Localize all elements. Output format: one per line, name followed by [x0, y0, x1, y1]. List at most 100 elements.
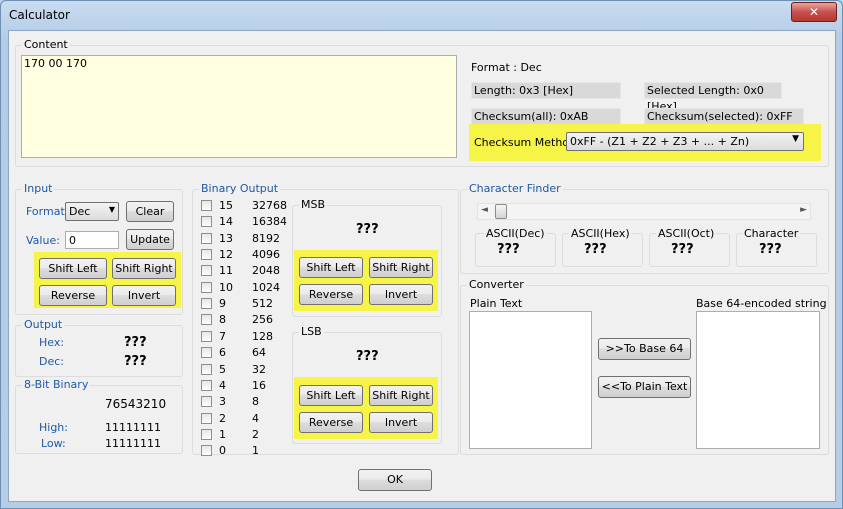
bit-index: 11: [219, 264, 233, 278]
binary8-low-value: 11111111: [105, 437, 161, 450]
slider-thumb[interactable]: [495, 204, 507, 219]
lsb-reverse-button[interactable]: Reverse: [299, 412, 363, 433]
lsb-invert-button[interactable]: Invert: [369, 412, 433, 433]
bit-checkbox[interactable]: [201, 216, 212, 228]
to-base64-button[interactable]: >>To Base 64: [598, 338, 691, 360]
msb-label: MSB: [299, 198, 328, 211]
binary8-high-value: 11111111: [105, 421, 161, 434]
length-readout: Length: 0x3 [Hex]: [471, 82, 621, 99]
ascii-oct-value: ???: [671, 242, 694, 257]
bit-checkbox[interactable]: [201, 265, 212, 277]
lsb-label: LSB: [299, 325, 324, 338]
update-button[interactable]: Update: [126, 229, 174, 250]
bit-index: 2: [219, 411, 226, 425]
bit-index: 7: [219, 329, 226, 343]
msb-reverse-button[interactable]: Reverse: [299, 284, 363, 305]
bit-weight: 2048: [252, 264, 280, 278]
input-reverse-button[interactable]: Reverse: [39, 285, 107, 306]
bit-weight: 8192: [252, 231, 280, 245]
bit-checkbox[interactable]: [201, 347, 212, 359]
base64-label: Base 64-encoded string: [696, 297, 827, 310]
close-icon[interactable]: ✕: [809, 5, 819, 19]
bit-checkbox[interactable]: [201, 330, 212, 342]
msb-shift-left-button[interactable]: Shift Left: [299, 257, 363, 278]
input-format-select[interactable]: Dec ▼: [65, 202, 119, 221]
input-value-field[interactable]: [65, 231, 119, 249]
bit-weight: 32768: [252, 199, 287, 212]
bit-checkbox[interactable]: [201, 249, 212, 261]
bit-index: 0: [219, 444, 226, 458]
title-bar: Calculator ✕: [1, 1, 842, 29]
ascii-dec-value: ???: [497, 242, 520, 257]
bit-checkbox[interactable]: [201, 232, 212, 244]
format-readout: Format : Dec: [471, 61, 542, 74]
character-value: ???: [759, 242, 782, 257]
binary-output-label: Binary Output: [199, 182, 281, 195]
output-dec-value: ???: [124, 354, 147, 369]
bit-weight: 8: [252, 395, 259, 409]
bit-checkbox[interactable]: [201, 412, 212, 424]
input-shift-left-button[interactable]: Shift Left: [39, 258, 107, 279]
checksum-all-readout: Checksum(all): 0xAB [Hex]: [471, 108, 621, 139]
lsb-value: ???: [356, 349, 379, 364]
bit-index: 5: [219, 362, 226, 376]
msb-invert-button[interactable]: Invert: [369, 284, 433, 305]
chevron-left-icon[interactable]: ◄: [481, 205, 488, 215]
ascii-oct-label: ASCII(Oct): [656, 227, 717, 240]
bit-weight: 16384: [252, 215, 287, 229]
bit-weight: 1024: [252, 280, 280, 294]
bit-weight: 128: [252, 329, 273, 343]
binary8-digits: 76543210: [105, 397, 167, 411]
lsb-shift-left-button[interactable]: Shift Left: [299, 385, 363, 406]
bit-checkbox[interactable]: [201, 445, 212, 457]
input-format-value: Dec: [69, 205, 91, 218]
bit-checkbox[interactable]: [201, 428, 212, 440]
bit-checkbox[interactable]: [201, 379, 212, 391]
selected-length-readout: Selected Length: 0x0 [Hex]: [644, 82, 782, 113]
bit-checkbox[interactable]: [201, 363, 212, 375]
to-plain-text-button[interactable]: <<To Plain Text: [598, 376, 691, 398]
lsb-shift-right-button[interactable]: Shift Right: [369, 385, 433, 406]
bit-index: 13: [219, 231, 233, 245]
checksum-method-select[interactable]: 0xFF - (Z1 + Z2 + Z3 + ... + Zn) ▼: [566, 132, 804, 151]
plain-text-label: Plain Text: [470, 297, 523, 310]
bit-checkbox[interactable]: [201, 200, 212, 211]
chevron-right-icon[interactable]: ►: [800, 205, 807, 215]
msb-shift-right-button[interactable]: Shift Right: [369, 257, 433, 278]
base64-text-area[interactable]: [696, 311, 820, 449]
character-finder-label: Character Finder: [467, 182, 563, 195]
bit-index: 14: [219, 215, 233, 229]
ok-button[interactable]: OK: [358, 469, 432, 491]
content-textarea[interactable]: 170 00 170: [21, 55, 457, 158]
binary8-high-label: High:: [39, 421, 68, 434]
bit-index: 15: [219, 199, 233, 212]
clear-button[interactable]: Clear: [126, 201, 174, 222]
client-area: Content 170 00 170 Format : Dec Length: …: [8, 30, 836, 502]
checksum-selected-readout: Checksum(selected): 0xFF [Hex]: [644, 108, 804, 139]
plain-text-area[interactable]: [469, 311, 592, 449]
character-label: Character: [742, 227, 801, 240]
input-format-label: Format:: [26, 205, 69, 218]
output-hex-value: ???: [124, 335, 147, 350]
character-slider[interactable]: ◄ ►: [477, 203, 811, 220]
bit-weight: 4: [252, 411, 259, 425]
bit-checkbox[interactable]: [201, 314, 212, 326]
bit-checkbox[interactable]: [201, 396, 212, 408]
close-button[interactable]: ✕: [791, 2, 837, 22]
input-invert-button[interactable]: Invert: [112, 285, 176, 306]
bit-checkbox[interactable]: [201, 281, 212, 293]
ascii-hex-value: ???: [584, 242, 607, 257]
bit-weight: 32: [252, 362, 266, 376]
output-dec-label: Dec:: [39, 355, 64, 368]
bit-weight: 2: [252, 427, 259, 441]
bit-index: 9: [219, 297, 226, 311]
chevron-down-icon: ▼: [792, 134, 799, 144]
input-shift-right-button[interactable]: Shift Right: [112, 258, 176, 279]
output-label: Output: [22, 318, 65, 331]
content-label: Content: [22, 38, 70, 51]
bit-checkbox[interactable]: [201, 298, 212, 310]
bit-index: 4: [219, 378, 226, 392]
ascii-dec-label: ASCII(Dec): [484, 227, 547, 240]
input-value-label: Value:: [26, 234, 60, 247]
msb-value: ???: [356, 222, 379, 237]
